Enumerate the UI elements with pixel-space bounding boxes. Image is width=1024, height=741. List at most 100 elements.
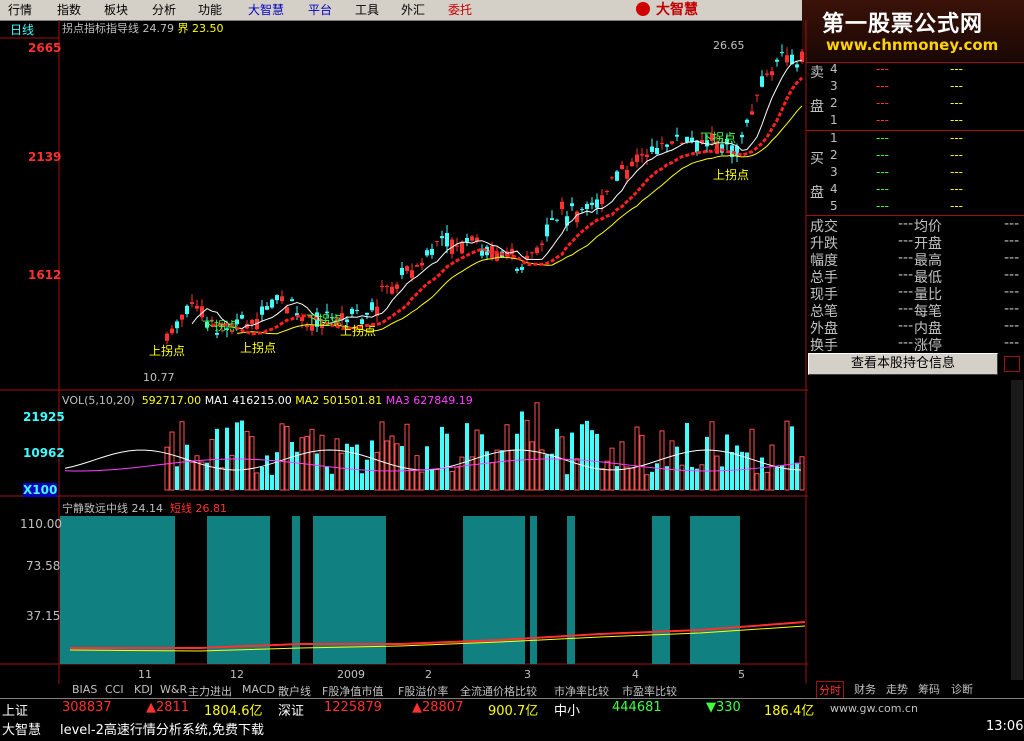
vol-tick: 10962: [23, 446, 65, 460]
candle-body: [240, 315, 244, 319]
volume-bar: [735, 445, 739, 490]
tab-wr[interactable]: W&R: [160, 683, 187, 696]
stat-placeholder: ---: [898, 335, 914, 351]
low-label: 10.77: [143, 371, 175, 384]
ticker-text[interactable]: level-2高速行情分析系统,免费下载: [60, 719, 264, 738]
tab-pb[interactable]: 市净率比较: [554, 683, 609, 699]
volume-bar: [325, 466, 329, 490]
volume-bar: [205, 462, 209, 490]
menu-quotes[interactable]: 行情: [8, 2, 32, 18]
candle-body: [435, 241, 439, 243]
volume-bar: [709, 421, 715, 491]
candle-body: [550, 218, 554, 220]
zx-amount: 186.4亿: [764, 704, 815, 719]
candle-body: [545, 224, 549, 237]
menu-forex[interactable]: 外汇: [401, 2, 425, 18]
tab-kdj[interactable]: KDJ: [134, 683, 153, 696]
menu-function[interactable]: 功能: [198, 2, 222, 18]
tab-pe[interactable]: 市盈率比较: [622, 683, 677, 699]
candle-body: [350, 308, 354, 314]
volume-bar: [780, 465, 784, 490]
vol-unit: X100: [23, 483, 58, 497]
candle-body: [625, 169, 629, 179]
menu-platform[interactable]: 平台: [308, 2, 332, 18]
tab-cci[interactable]: CCI: [105, 683, 124, 696]
volume-bar: [389, 435, 395, 491]
candle-body: [285, 307, 289, 314]
moving-average-lines: [191, 59, 804, 336]
candle-body: [515, 268, 519, 271]
volume-bar: [445, 433, 449, 490]
indicator2-block: [567, 516, 575, 664]
volume-bar: [580, 424, 584, 490]
level-price: ---: [876, 148, 889, 162]
candle-body: [410, 270, 414, 278]
x-label: 11: [138, 668, 152, 681]
ind2-n2: 短线: [170, 502, 192, 515]
volume-bar: [515, 433, 519, 490]
right-scrollbar[interactable]: [1011, 380, 1023, 680]
candle-body: [530, 252, 534, 254]
volume-bar: [764, 471, 770, 491]
candle-body: [640, 154, 644, 156]
tab-diagnose[interactable]: 诊断: [951, 681, 973, 697]
tab-fenshi[interactable]: 分时: [816, 681, 844, 699]
volume-bar: [414, 455, 420, 491]
site-url[interactable]: www.gw.com.cn: [830, 702, 918, 715]
menu-analysis[interactable]: 分析: [152, 2, 176, 18]
candle-body: [265, 306, 269, 310]
buy-label-1: 买: [810, 151, 824, 167]
period-label[interactable]: 日线: [10, 21, 34, 38]
candle-body: [610, 177, 614, 179]
candle-body: [555, 219, 559, 221]
tab-premium[interactable]: F股溢价率: [398, 683, 448, 699]
level-price: ---: [876, 79, 889, 93]
volume-bar: [784, 420, 790, 491]
menu-tools[interactable]: 工具: [355, 2, 379, 18]
tab-macd[interactable]: MACD: [242, 683, 275, 696]
menu-dzh[interactable]: 大智慧: [248, 2, 284, 18]
sell-label-2: 盘: [810, 99, 824, 115]
candle-body: [420, 262, 424, 266]
volume-bar: [730, 451, 734, 490]
sh-label[interactable]: 上证: [2, 700, 28, 719]
candle-body: [405, 266, 409, 271]
tab-chips[interactable]: 筹码: [918, 681, 940, 697]
holding-info-button[interactable]: 查看本股持仓信息: [808, 353, 998, 375]
candle-body: [380, 285, 384, 288]
candle-body: [365, 312, 369, 315]
volume-bar: [695, 468, 699, 490]
volume-bar: [355, 444, 359, 490]
tab-main-force[interactable]: 主力进出: [188, 683, 232, 699]
candle-body: [745, 119, 749, 123]
tab-trend[interactable]: 走势: [886, 681, 908, 697]
zx-label[interactable]: 中小: [554, 700, 580, 719]
candle-body: [750, 111, 754, 115]
tab-bias[interactable]: BIAS: [72, 683, 97, 696]
tab-full-circ[interactable]: 全流通价格比较: [460, 683, 537, 699]
level-number: 1: [830, 131, 838, 145]
volume-bar: [685, 423, 689, 490]
indicator2-header: 宁静致远中线 24.14 短线 26.81: [62, 500, 227, 516]
clock: 13:06: [986, 719, 1024, 734]
menu-trade[interactable]: 委托: [448, 2, 472, 18]
panel-toggle-icon[interactable]: [1004, 356, 1020, 372]
turn-up-label: 上拐点: [240, 341, 277, 355]
indicator-title: 拐点指标指导线: [62, 22, 139, 35]
menu-index[interactable]: 指数: [57, 2, 81, 18]
candle-body: [415, 265, 419, 267]
volume-bar: [529, 441, 535, 491]
sz-label[interactable]: 深证: [278, 700, 304, 719]
volume-bar: [720, 466, 724, 490]
volume-bar: [725, 434, 729, 490]
kline-chart[interactable]: [0, 20, 808, 684]
indicator2-block: [60, 516, 175, 664]
candle-body: [540, 243, 544, 245]
volume-bar: [409, 469, 415, 491]
tab-nav[interactable]: F股净值市值: [322, 683, 383, 699]
candle-body: [620, 164, 624, 170]
menu-sector[interactable]: 板块: [104, 2, 128, 18]
tab-finance[interactable]: 财务: [854, 681, 876, 697]
tab-retail[interactable]: 散户线: [278, 683, 311, 699]
volume-bar: [609, 447, 615, 491]
